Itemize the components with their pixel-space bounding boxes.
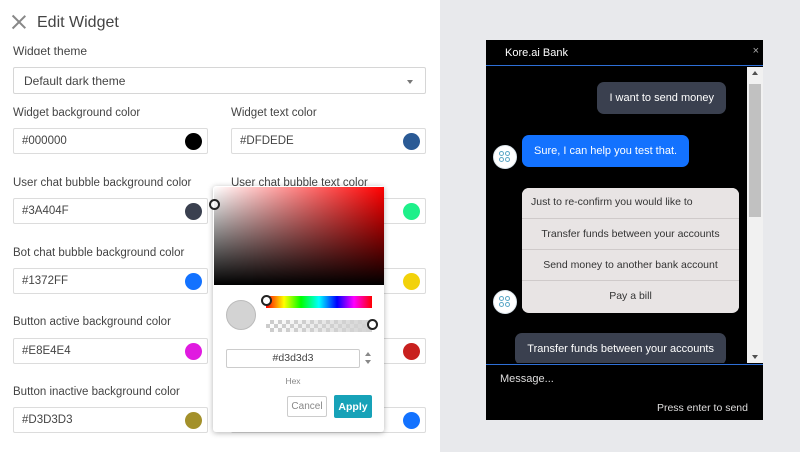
editor-header: Edit Widget	[0, 0, 440, 46]
bot-logo-icon	[499, 151, 511, 163]
saturation-cursor[interactable]	[209, 199, 220, 210]
user-bubble-bg-value: #3A404F	[22, 205, 69, 217]
chat-scrollbar[interactable]	[747, 67, 763, 363]
button-inactive-bg-label: Button inactive background color	[13, 386, 180, 398]
close-icon[interactable]: ×	[753, 45, 759, 57]
button-active-bg-label: Button active background color	[13, 316, 171, 328]
bot-logo-icon	[499, 296, 511, 308]
option-button[interactable]: Send money to another bank account	[522, 249, 739, 280]
button-inactive-bg-swatch[interactable]	[185, 412, 202, 429]
bot-bubble-bg-value: #1372FF	[22, 275, 69, 287]
bot-bubble-bg-label: Bot chat bubble background color	[13, 247, 185, 259]
hue-slider[interactable]	[261, 295, 372, 308]
scroll-thumb[interactable]	[749, 84, 761, 217]
widget-bg-color-label: Widget background color	[13, 107, 141, 119]
user-bubble-bg-swatch[interactable]	[185, 203, 202, 220]
widget-text-color-label: Widget text color	[231, 107, 317, 119]
close-icon[interactable]	[12, 15, 26, 29]
widget-text-color-input[interactable]: #DFDEDE	[231, 128, 426, 154]
widget-bg-color-swatch[interactable]	[185, 133, 202, 150]
user-bubble-bg-label: User chat bubble background color	[13, 177, 192, 189]
option-button[interactable]: Transfer funds between your accounts	[522, 218, 739, 249]
send-hint: Press enter to send	[656, 402, 748, 414]
option-button[interactable]: Pay a bill	[522, 280, 739, 311]
widget-theme-label: Widget theme	[13, 45, 88, 55]
chat-widget-preview: Kore.ai Bank × I want to send money Sure…	[486, 40, 763, 420]
alpha-slider-handle[interactable]	[367, 319, 378, 330]
chevron-down-icon	[407, 80, 413, 84]
bot-bubble-bg-swatch[interactable]	[185, 273, 202, 290]
bot-bubble-text-swatch[interactable]	[403, 273, 420, 290]
chat-title: Kore.ai Bank	[505, 47, 568, 59]
widget-text-color-value: #DFDEDE	[240, 135, 294, 147]
hue-slider-handle[interactable]	[261, 295, 272, 306]
chat-header: Kore.ai Bank ×	[486, 40, 763, 66]
hex-label: Hex	[285, 376, 301, 386]
bot-options-card: Just to re-confirm you would like to Tra…	[522, 188, 739, 313]
button-active-bg-value: #E8E4E4	[22, 345, 71, 357]
widget-bg-color-input[interactable]: #000000	[13, 128, 208, 154]
chat-composer[interactable]: Message... Press enter to send	[486, 364, 763, 420]
format-toggle-icon[interactable]	[365, 352, 373, 366]
apply-button[interactable]: Apply	[334, 395, 372, 418]
widget-bg-color-value: #000000	[22, 135, 67, 147]
user-message: I want to send money	[597, 82, 726, 114]
chat-messages: I want to send money Sure, I can help yo…	[486, 67, 747, 363]
widget-editor-panel: Widget theme Default dark theme Edit Wid…	[0, 0, 440, 452]
widget-theme-value: Default dark theme	[24, 74, 126, 88]
page-title: Edit Widget	[37, 14, 119, 31]
cancel-button[interactable]: Cancel	[287, 396, 327, 417]
user-message: Transfer funds between your accounts	[515, 333, 726, 363]
button-active-text-swatch[interactable]	[403, 343, 420, 360]
button-inactive-text-swatch[interactable]	[403, 412, 420, 429]
widget-theme-select[interactable]: Default dark theme	[13, 67, 426, 94]
button-active-bg-swatch[interactable]	[185, 343, 202, 360]
scroll-down-icon[interactable]	[752, 355, 758, 359]
bot-bubble-bg-input[interactable]: #1372FF	[13, 268, 208, 294]
user-bubble-text-swatch[interactable]	[403, 203, 420, 220]
color-picker-popup: #d3d3d3 Hex Cancel Apply	[209, 186, 384, 432]
bot-avatar	[493, 145, 517, 169]
hex-input[interactable]: #d3d3d3	[226, 349, 360, 368]
widget-text-color-swatch[interactable]	[403, 133, 420, 150]
button-inactive-bg-value: #D3D3D3	[22, 414, 73, 426]
message-input[interactable]: Message...	[500, 373, 554, 385]
color-preview	[226, 300, 256, 330]
button-inactive-bg-input[interactable]: #D3D3D3	[13, 407, 208, 433]
user-bubble-bg-input[interactable]: #3A404F	[13, 198, 208, 224]
scroll-up-icon[interactable]	[752, 71, 758, 75]
saturation-area[interactable]	[209, 187, 384, 285]
options-prompt: Just to re-confirm you would like to	[522, 188, 739, 218]
alpha-slider[interactable]	[266, 319, 378, 332]
button-active-bg-input[interactable]: #E8E4E4	[13, 338, 208, 364]
bot-message: Sure, I can help you test that.	[522, 135, 690, 167]
alpha-gradient	[266, 320, 372, 332]
bot-avatar	[493, 290, 517, 314]
